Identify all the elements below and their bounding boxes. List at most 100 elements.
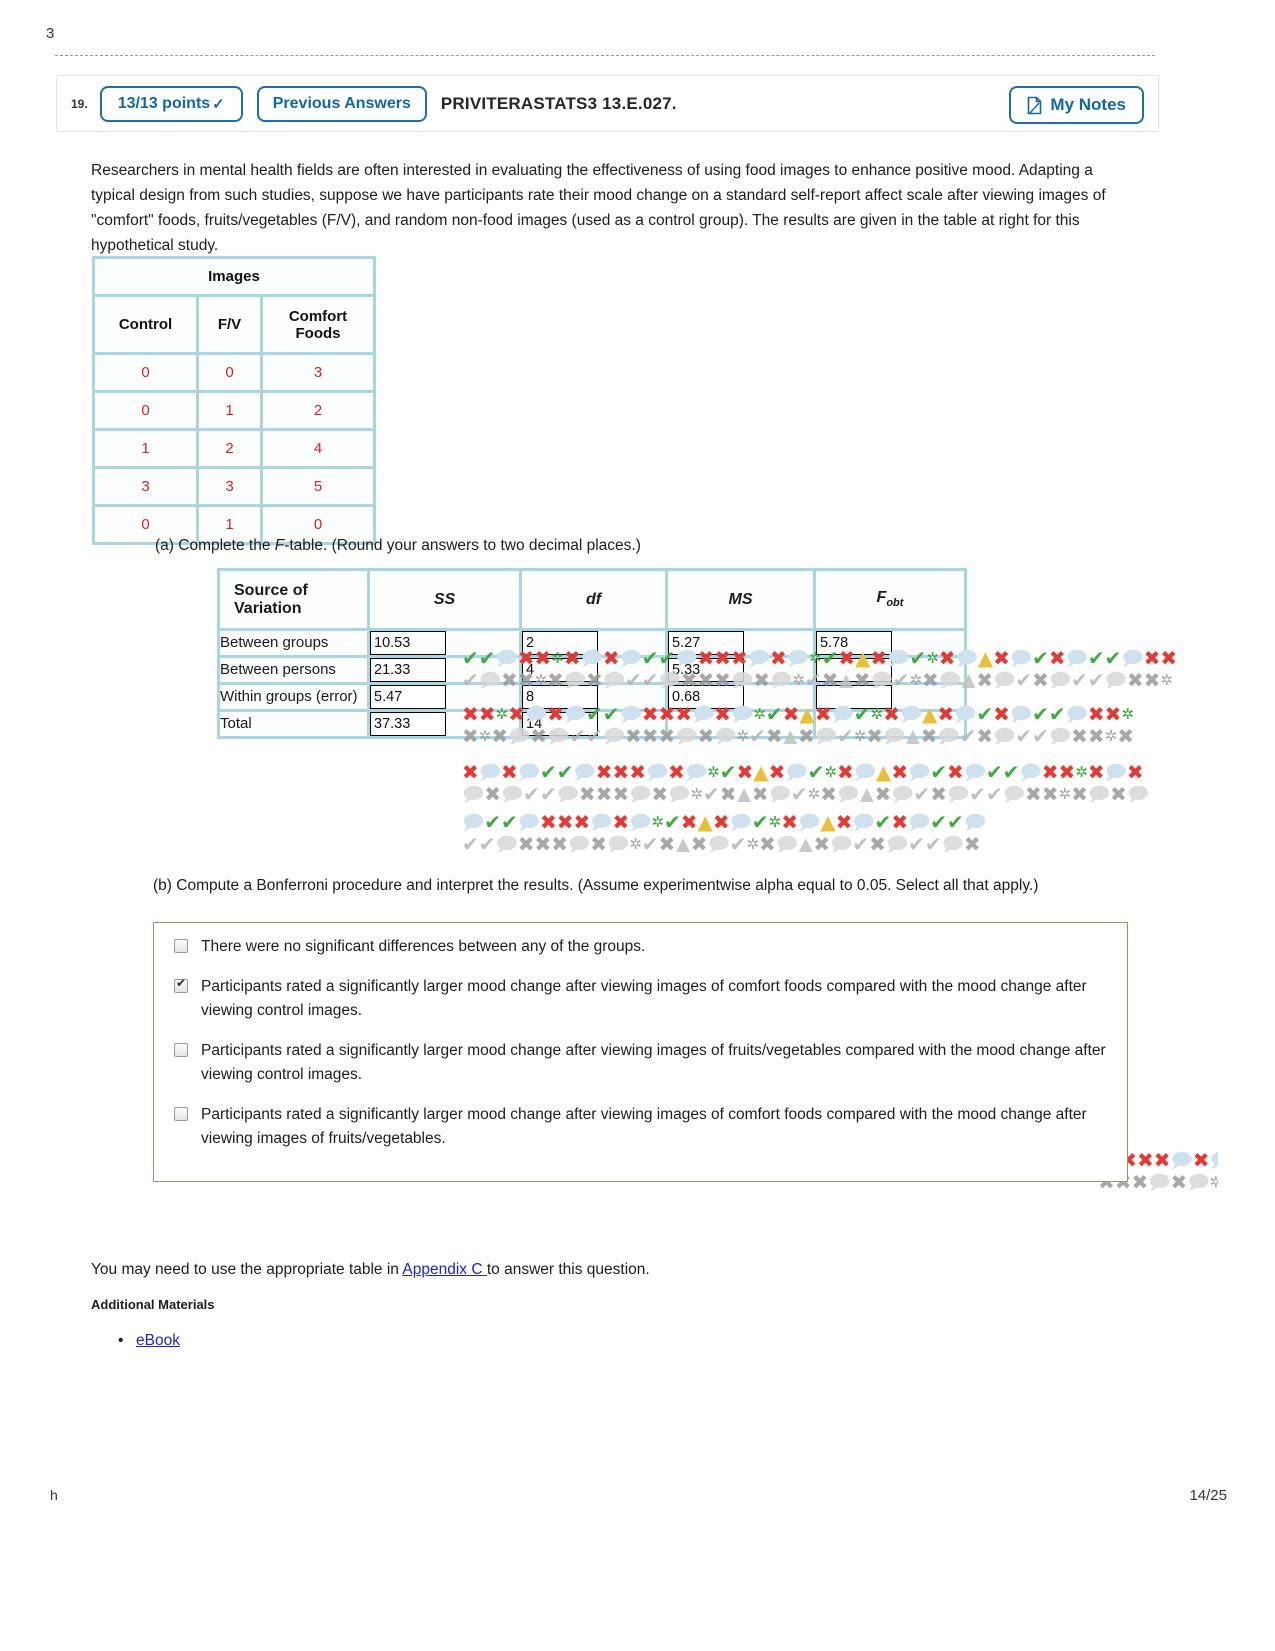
df-input-between-groups[interactable] — [522, 631, 598, 655]
appendix-c-link[interactable]: Appendix C — [402, 1261, 486, 1278]
f-header-ss: SS — [370, 571, 522, 631]
check-icon: ✔ — [539, 762, 557, 784]
cross-icon: ✖ — [1160, 648, 1178, 670]
speech-bubble-icon: 🗩 — [568, 834, 591, 852]
images-span-header: Images — [95, 259, 373, 297]
cross-icon: ✖ — [1032, 670, 1049, 688]
asterisk-icon: ✲ — [629, 835, 642, 852]
cross-icon: ✖ — [1071, 726, 1088, 744]
previous-answers-label: Previous Answers — [272, 94, 411, 112]
f-table-header-row: Source of Variation SS df MS Fobt — [220, 571, 964, 631]
speech-bubble-icon: 🗩 — [607, 834, 630, 852]
cross-icon: ✖ — [590, 834, 607, 852]
cross-icon: ✖ — [1143, 648, 1161, 670]
cross-icon: ✖ — [736, 762, 754, 784]
column-header-fv: F/V — [199, 297, 263, 355]
speech-bubble-icon: 🗩 — [963, 762, 987, 784]
part-a-prefix: (a) Complete the — [155, 537, 275, 554]
f-cell-fobt — [816, 712, 964, 736]
speech-bubble-icon: 🗩 — [1009, 648, 1033, 670]
check-icon: ✔ — [976, 704, 994, 726]
check-icon: ✔ — [1087, 648, 1105, 670]
ss-input-within-groups[interactable] — [370, 685, 446, 709]
warning-triangle-icon: ▲ — [675, 834, 691, 852]
cross-icon: ✖ — [1170, 1172, 1188, 1190]
speech-bubble-icon: 🗩 — [1126, 784, 1150, 802]
cross-icon: ✖ — [534, 834, 552, 852]
checkbox-comfort-vs-fv[interactable] — [174, 1107, 188, 1121]
cross-icon: ✖ — [1048, 648, 1066, 670]
speech-bubble-icon: 🗩 — [729, 812, 752, 834]
speech-bubble-icon: 🗩 — [629, 784, 652, 802]
cross-icon: ✖ — [517, 834, 535, 852]
part-b-choice-group: There were no significant differences be… — [153, 922, 1128, 1182]
cross-icon: ✖ — [976, 670, 994, 688]
cross-icon: ✖ — [1087, 762, 1105, 784]
check-icon: ✔ — [1032, 726, 1049, 744]
check-icon: ✔ — [1104, 648, 1122, 670]
check-icon: ✔ — [1032, 704, 1049, 726]
choice-row[interactable]: Participants rated a significantly large… — [154, 1039, 1127, 1087]
f-cell-fobt — [816, 658, 964, 685]
cross-icon: ✖ — [836, 762, 854, 784]
speech-bubble-icon: 🗩 — [830, 834, 853, 852]
column-header-comfort: Comfort Foods — [263, 297, 373, 355]
checkbox-comfort-vs-control[interactable] — [174, 976, 188, 993]
check-icon: ✔ — [930, 812, 948, 834]
speech-bubble-icon: 🗩 — [768, 784, 791, 802]
ms-input-between-persons[interactable] — [668, 658, 744, 682]
asterisk-icon: ✲ — [1075, 763, 1088, 781]
f-cell-fobt — [816, 631, 964, 658]
cross-icon: ✖ — [1041, 762, 1059, 784]
speech-bubble-icon: 🗩 — [1170, 1150, 1193, 1172]
cross-icon: ✖ — [1131, 1172, 1149, 1190]
fobt-input-within-groups[interactable] — [816, 685, 892, 709]
my-notes-button[interactable]: My Notes — [1009, 86, 1144, 124]
images-data-table: Images Control F/V Comfort Foods 0 0 3 0… — [92, 256, 376, 545]
cell-fv: 2 — [199, 431, 263, 469]
f-cell-ms — [668, 712, 816, 736]
ss-input-total[interactable] — [370, 712, 446, 736]
checkbox-no-significant-differences[interactable] — [174, 939, 188, 953]
f-cell-ss — [370, 712, 522, 736]
asterisk-icon: ✲ — [807, 785, 821, 802]
points-label: 13/13 points — [117, 94, 211, 112]
table-span-header-row: Images — [95, 259, 373, 297]
checkbox-fv-vs-control[interactable] — [174, 1043, 188, 1057]
ss-input-between-groups[interactable] — [370, 631, 446, 655]
df-input-within-groups[interactable] — [522, 685, 598, 709]
table-row: 0 0 3 — [95, 355, 373, 393]
ms-input-within-groups[interactable] — [668, 685, 744, 709]
cross-icon: ✖ — [947, 762, 964, 784]
choice-row[interactable]: Participants rated a significantly large… — [154, 1103, 1127, 1151]
cell-fv: 3 — [199, 469, 263, 507]
speech-bubble-icon: 🗩 — [836, 784, 860, 802]
df-input-total[interactable] — [522, 712, 598, 736]
check-icon: ✔ — [641, 834, 659, 852]
check-icon: ✔ — [874, 812, 892, 834]
cross-icon: ✖ — [813, 834, 831, 852]
check-icon: ✔ — [790, 784, 808, 802]
fobt-input-between-persons[interactable] — [816, 658, 892, 682]
cross-icon: ✖ — [869, 834, 886, 852]
ebook-link[interactable]: eBook — [136, 1332, 180, 1349]
check-icon: ✔ — [1002, 762, 1020, 784]
df-input-between-persons[interactable] — [522, 658, 598, 682]
check-icon: ✔ — [1087, 670, 1105, 688]
choice-row[interactable]: There were no significant differences be… — [154, 935, 1127, 959]
cell-control: 1 — [95, 431, 199, 469]
choice-row[interactable]: Participants rated a significantly large… — [154, 975, 1127, 1023]
check-icon: ✔ — [729, 834, 747, 852]
speech-bubble-icon: 🗩 — [941, 834, 964, 852]
table-row: 3 3 5 — [95, 469, 373, 507]
ms-input-between-groups[interactable] — [668, 631, 744, 655]
previous-answers-button[interactable]: Previous Answers — [256, 85, 427, 122]
fobt-input-between-groups[interactable] — [816, 631, 892, 655]
cross-icon: ✖ — [768, 762, 786, 784]
points-badge[interactable]: 13/13 points ✓ — [99, 85, 243, 122]
ss-input-between-persons[interactable] — [370, 658, 446, 682]
cross-icon: ✖ — [1058, 762, 1076, 784]
speech-bubble-icon: 🗩 — [1187, 1172, 1210, 1190]
table-header-row: Control F/V Comfort Foods — [95, 297, 373, 355]
asterisk-icon: ✲ — [651, 813, 664, 831]
